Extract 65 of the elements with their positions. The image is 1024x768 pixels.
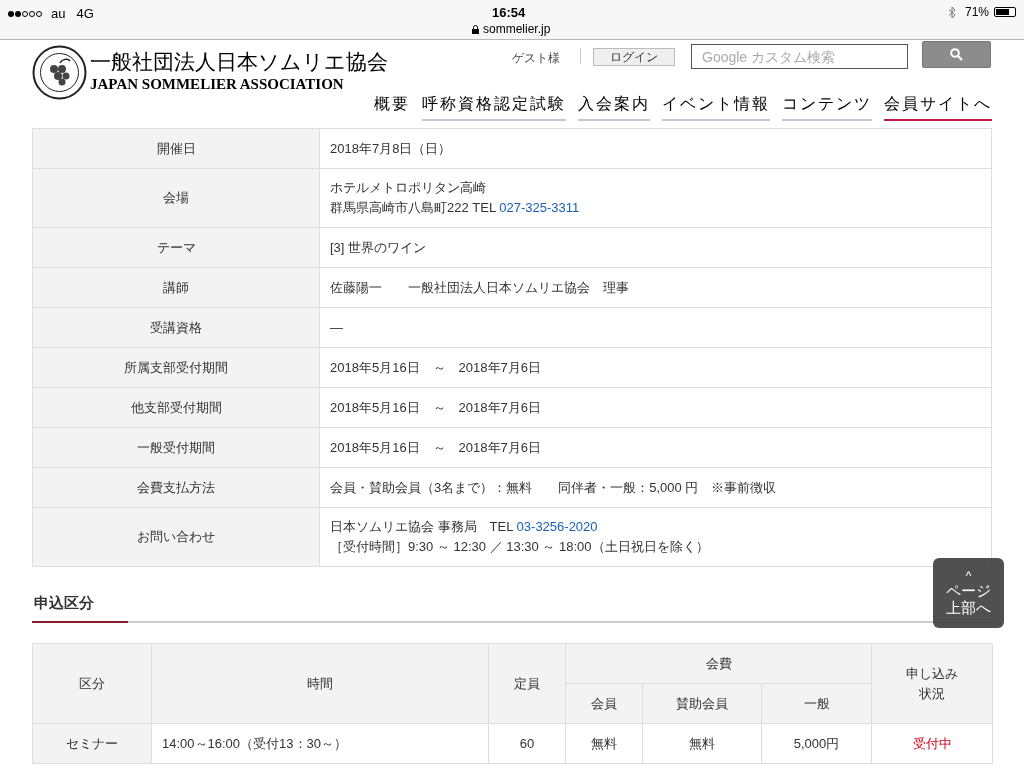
url-text[interactable]: sommelier.jp — [483, 20, 551, 38]
row-value: — — [330, 318, 344, 337]
row-value: [3] 世界のワイン — [330, 238, 428, 257]
table-cell-text: 14:00～16:00（受付13：30～） — [162, 734, 347, 753]
nav-link[interactable]: 入会案内 — [578, 92, 650, 121]
phone-link[interactable]: 027-325-3311 — [499, 200, 580, 215]
row-value: 会員・賛助会員（3名まで）：無料 同伴者・一般：5,000 円 ※事前徴収 — [330, 478, 778, 497]
column-header: 賛助会員 — [676, 694, 728, 713]
logo-subtitle: JAPAN SOMMELIER ASSOCIATION — [90, 77, 344, 92]
column-header: 一般 — [803, 694, 830, 713]
row-label: テーマ — [156, 238, 196, 257]
clock: 16:54 — [492, 4, 526, 22]
lock-icon — [472, 24, 479, 34]
nav-link[interactable]: 概要 — [374, 92, 410, 121]
search-button[interactable] — [922, 41, 991, 68]
row-label: 所属支部受付期間 — [124, 358, 228, 377]
row-label: 一般受付期間 — [137, 438, 215, 457]
network-type: 4G — [76, 5, 94, 23]
carrier-name: au — [51, 5, 66, 23]
row-value: 日本ソムリエ協会 事務局 TEL 03-3256-2020 — [330, 518, 599, 536]
column-header: 会費 — [705, 654, 732, 673]
nav-link[interactable]: イベント情報 — [662, 92, 770, 121]
column-header: 会員 — [591, 694, 617, 713]
column-header: 定員 — [514, 674, 540, 693]
battery-percent: 71% — [964, 4, 989, 21]
nav-link[interactable]: 呼称資格認定試験 — [422, 92, 566, 121]
battery-icon — [994, 7, 1016, 17]
row-value: 群馬県高崎市八島町222 TEL 027-325-3311 — [330, 199, 581, 217]
search-field[interactable]: Google カスタム検索 — [691, 44, 908, 69]
table-cell-text: セミナー — [66, 734, 118, 753]
nav-link[interactable]: 会員サイトへ — [884, 92, 992, 121]
row-label: 講師 — [163, 278, 189, 297]
column-header: 申し込み状況 — [906, 664, 958, 703]
row-value: 佐藤陽一 一般社団法人日本ソムリエ協会 理事 — [330, 278, 630, 297]
status-text: 受付中 — [912, 734, 952, 753]
row-label: 開催日 — [156, 139, 196, 158]
row-value: 2018年5月16日 ～ 2018年7月6日 — [330, 398, 542, 417]
row-label: 会費支払方法 — [137, 478, 215, 497]
logo-title: 一般社団法人日本ソムリエ協会 — [90, 52, 388, 73]
table-cell-text: 5,000円 — [793, 734, 840, 753]
column-header: 区分 — [79, 674, 105, 693]
phone-link[interactable]: 03-3256-2020 — [516, 519, 598, 534]
logo-emblem — [32, 45, 87, 100]
table-cell-text: 60 — [519, 734, 535, 753]
row-label: お問い合わせ — [137, 528, 215, 547]
table-cell-text: 無料 — [591, 734, 617, 753]
row-value: 2018年5月16日 ～ 2018年7月6日 — [330, 438, 542, 457]
row-value: ［受付時間］9:30 ～ 12:30 ／ 13:30 ～ 18:00（土日祝日を除く） — [330, 538, 710, 556]
guest-label: ゲスト様 — [512, 50, 560, 67]
nav-link[interactable]: コンテンツ — [782, 92, 872, 121]
row-value: 2018年7月8日（日） — [330, 139, 453, 158]
section-heading: 申込区分 — [33, 594, 94, 611]
page-top-button[interactable]: ^ ページ上部へ — [933, 558, 1004, 628]
caret-icon: ^ — [965, 569, 972, 584]
login-button[interactable]: ログイン — [593, 48, 675, 66]
row-label: 他支部受付期間 — [130, 398, 222, 417]
row-label: 会場 — [163, 189, 189, 208]
row-value: 2018年5月16日 ～ 2018年7月6日 — [330, 358, 542, 377]
page-top-label: ページ上部へ — [946, 583, 991, 617]
bluetooth-icon — [947, 5, 956, 19]
column-header: 時間 — [307, 674, 333, 693]
search-icon — [950, 48, 963, 61]
table-cell-text: 無料 — [689, 734, 715, 753]
row-label: 受講資格 — [150, 318, 202, 337]
row-value: ホテルメトロポリタン高崎 — [330, 179, 487, 197]
